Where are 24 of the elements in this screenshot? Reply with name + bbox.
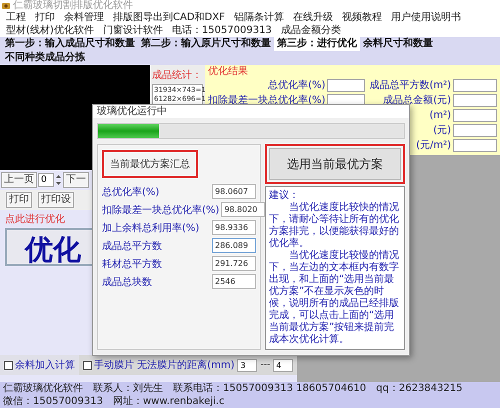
status-text: 联系人：刘先生 [93,382,163,395]
results-title: 优化结果 [208,66,249,78]
summary-title: 当前最优方案汇总 [102,150,198,178]
field-label: 总优化率(%) [268,78,326,92]
status-text: 网址：www.renbakeji.c [113,395,224,408]
field-label: (m²) [429,110,451,120]
summary-label: 扣除最差一块总优化率(%) [102,204,220,216]
field-label: (元) [433,124,451,137]
status-text: 联系电话：15057009313 18605704610 [173,382,366,395]
range-separator: --- [260,360,270,370]
summary-label: 总优化率(%) [102,186,160,198]
field-label: (元/m²) [416,139,451,152]
dialog-title: 玻璃优化运行中 [93,105,409,118]
status-text: 仁霸玻璃优化软件 [3,382,83,395]
advice-paragraph: 当优化速度比较快的情况下，请耐心等待让所有的优化方案排完，以便能获得最好的优化率。 [269,202,400,250]
status-text: 微信：15057009313 [3,395,103,408]
optimize-hint: 点此进行优化 [4,212,66,226]
summary-label: 成品总块数 [102,276,152,288]
advice-paragraph: 当优化速度比较慢的情况下，当左边的文本框内有数字出现，和上面的“选用当前最优方案”不在显示灰色的时候，说明所有的成品已经排版完成，可以点击上面的“选用当前最优方案”按钮来提前完成本次优化计算。 [269,250,400,346]
status-text: qq：2623843215 [376,382,462,395]
checkbox-label: 余料加入计算 [15,358,75,372]
field-label: 成品总平方数(m²) [369,78,451,92]
advice-title: 建议： [269,190,300,202]
stats-title: 成品统计： [152,68,203,82]
